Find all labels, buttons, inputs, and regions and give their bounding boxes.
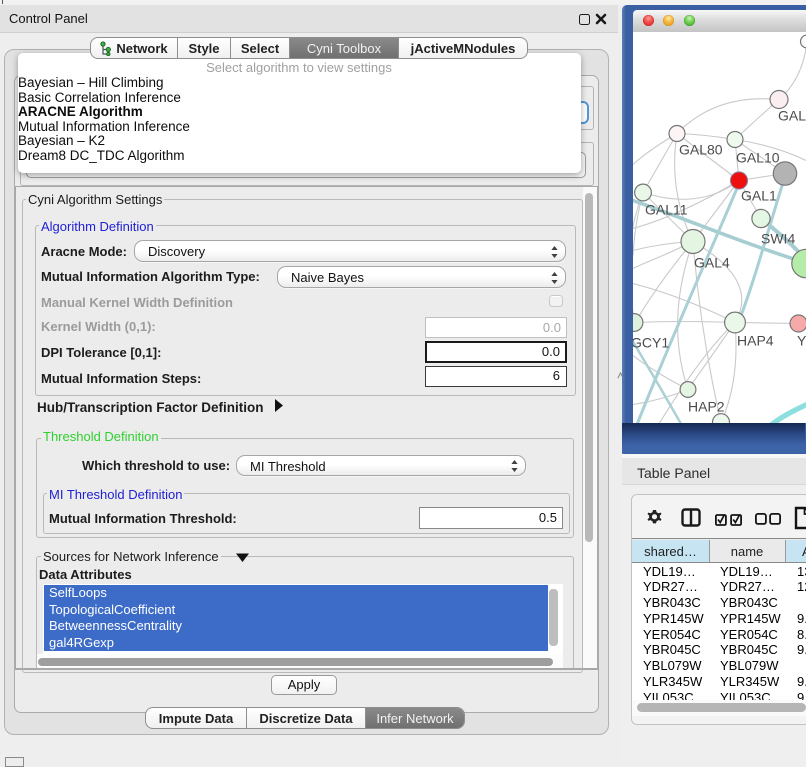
svg-text:GAL11: GAL11 (645, 201, 688, 217)
svg-text:GCY1: GCY1 (633, 334, 669, 350)
svg-text:GAL1: GAL1 (741, 187, 777, 203)
svg-text:GAL4: GAL4 (694, 254, 730, 270)
svg-text:HAP4: HAP4 (737, 332, 774, 348)
svg-text:HAP2: HAP2 (688, 398, 725, 414)
svg-text:Y: Y (797, 332, 806, 348)
svg-text:GAL2: GAL2 (778, 107, 806, 123)
svg-text:GAL10: GAL10 (736, 149, 780, 165)
svg-text:GAL80: GAL80 (679, 141, 723, 157)
svg-text:SWI4: SWI4 (761, 230, 795, 246)
